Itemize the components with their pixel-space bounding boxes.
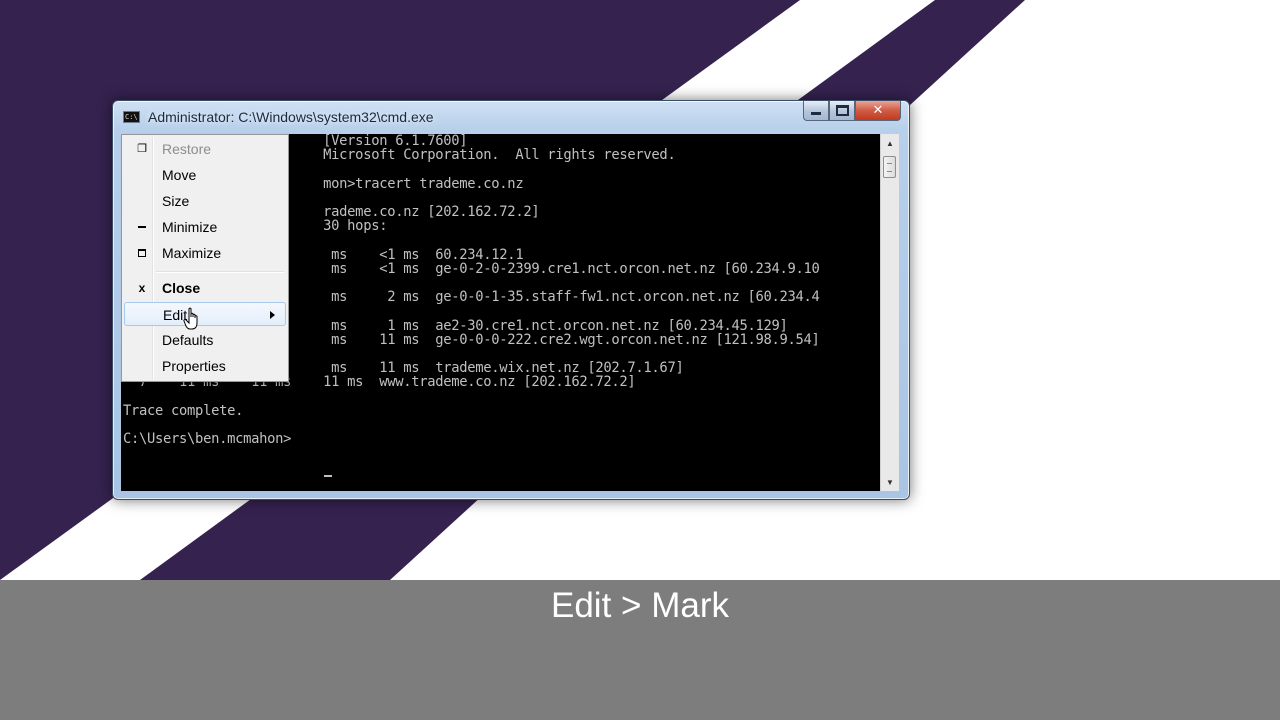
- close-button[interactable]: ✕: [855, 101, 901, 121]
- menu-item-edit[interactable]: Edit: [124, 302, 286, 326]
- mouse-pointer-icon: [183, 307, 198, 330]
- menu-separator: [156, 271, 284, 273]
- maximize-icon: [835, 105, 849, 116]
- menu-item-maximize[interactable]: Maximize: [124, 241, 286, 265]
- menu-item-properties[interactable]: Properties: [124, 354, 286, 378]
- menu-item-label: Move: [162, 167, 197, 183]
- menu-item-size[interactable]: Size: [124, 189, 286, 213]
- menu-item-label: Size: [162, 193, 190, 209]
- minimize-icon: [134, 215, 150, 239]
- close-icon: ✕: [872, 103, 884, 118]
- minimize-icon: [811, 112, 821, 115]
- menu-item-label: Close: [162, 280, 201, 296]
- maximize-icon: [134, 241, 150, 265]
- close-icon: x: [138, 281, 146, 295]
- scrollbar-thumb[interactable]: [883, 156, 896, 178]
- text-cursor: [324, 475, 332, 477]
- menu-item-minimize[interactable]: Minimize: [124, 215, 286, 239]
- title-bar[interactable]: C:\ Administrator: C:\Windows\system32\c…: [113, 101, 909, 133]
- menu-item-defaults[interactable]: Defaults: [124, 328, 286, 352]
- menu-item-move[interactable]: Move: [124, 163, 286, 187]
- system-menu: ❐ Restore Move Size Minimize Maximize x …: [121, 134, 289, 382]
- menu-item-close[interactable]: x Close: [124, 276, 286, 300]
- cmd-icon[interactable]: C:\: [123, 111, 140, 123]
- vertical-scrollbar[interactable]: ▲ ▼: [880, 134, 899, 491]
- submenu-arrow-icon: [270, 311, 275, 319]
- menu-item-restore[interactable]: ❐ Restore: [124, 137, 286, 161]
- menu-item-label: Maximize: [162, 245, 222, 261]
- restore-icon: ❐: [137, 143, 147, 155]
- menu-item-label: Defaults: [162, 332, 214, 348]
- menu-item-label: Properties: [162, 358, 226, 374]
- menu-item-label: Restore: [162, 141, 212, 157]
- minimize-button[interactable]: [803, 101, 829, 121]
- window-title: Administrator: C:\Windows\system32\cmd.e…: [148, 109, 434, 125]
- scroll-down-arrow-icon[interactable]: ▼: [881, 473, 899, 491]
- scroll-up-arrow-icon[interactable]: ▲: [881, 134, 899, 152]
- menu-item-label: Minimize: [162, 219, 218, 235]
- caption-buttons: ✕: [803, 101, 901, 122]
- caption-text: Edit > Mark: [551, 586, 729, 625]
- maximize-button[interactable]: [829, 101, 855, 121]
